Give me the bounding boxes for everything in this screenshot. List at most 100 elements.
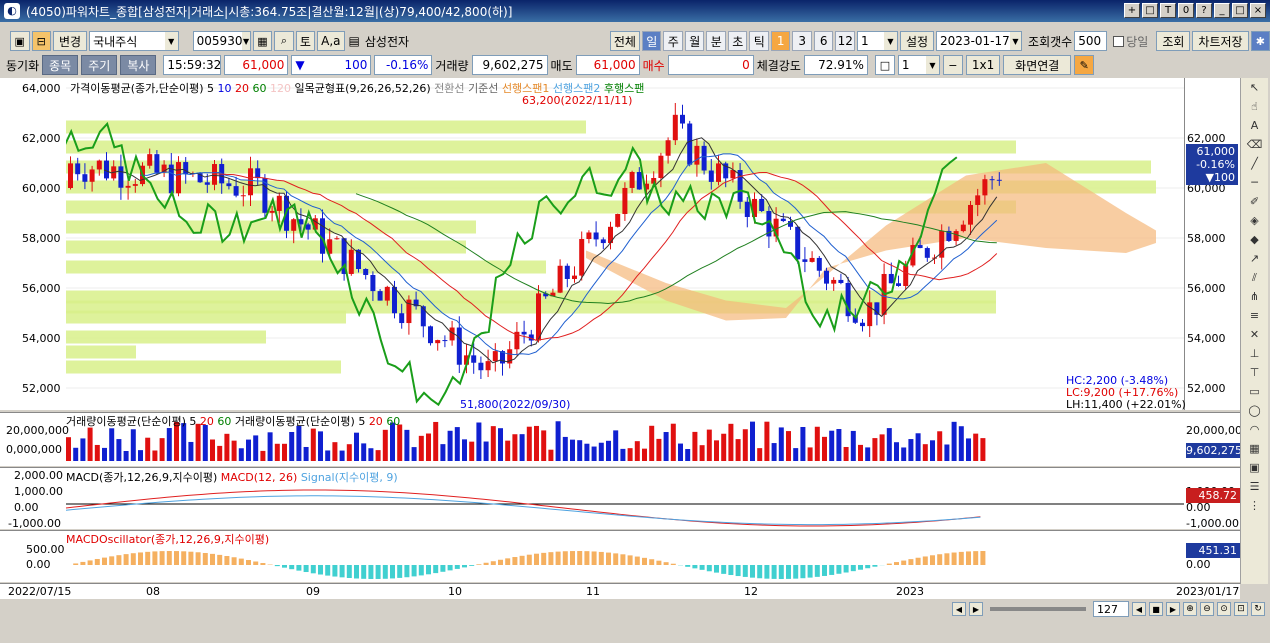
day-button[interactable]: 일 xyxy=(641,31,662,51)
price-chart[interactable] xyxy=(66,78,1184,410)
volume-bar xyxy=(930,440,935,461)
count2-select[interactable]: 1 ▼ xyxy=(897,55,940,75)
channel-icon[interactable]: ⫽ xyxy=(1241,268,1268,287)
change-button[interactable]: 변경 xyxy=(53,31,88,51)
fill-icon[interactable]: ◈ xyxy=(1241,211,1268,230)
eraser-icon[interactable]: ⌫ xyxy=(1241,135,1268,154)
week-button[interactable]: 주 xyxy=(663,31,683,51)
today-checkbox[interactable] xyxy=(1113,35,1125,47)
query-button[interactable]: 조회 xyxy=(1156,31,1191,51)
period-1-button[interactable]: 1 xyxy=(770,31,791,51)
volume-bar xyxy=(807,447,813,461)
minus-icon[interactable]: − xyxy=(942,55,963,75)
hand-icon[interactable]: ☝ xyxy=(1241,97,1268,116)
month-button[interactable]: 월 xyxy=(684,31,705,51)
screen-link-button[interactable]: 화면연결 xyxy=(1003,55,1072,75)
text-tool-icon[interactable]: A xyxy=(1241,116,1268,135)
code-input[interactable]: 005930 ▼ xyxy=(192,31,251,51)
next-icon[interactable]: ▶ xyxy=(969,602,983,616)
candle xyxy=(176,162,181,194)
more-icon[interactable]: ⋮ xyxy=(1241,496,1268,515)
tab-copy[interactable]: 복사 xyxy=(120,55,157,75)
fibo-icon[interactable]: ≡ xyxy=(1241,306,1268,325)
chevron-down-icon[interactable]: ▼ xyxy=(1009,32,1022,50)
tab-period[interactable]: 주기 xyxy=(81,55,118,75)
prev-icon[interactable]: ◀ xyxy=(952,602,966,616)
pencil-icon[interactable]: ✎ xyxy=(1074,55,1095,75)
calc-icon[interactable]: ▦ xyxy=(252,31,273,51)
oscillator-bar xyxy=(735,565,741,577)
price-chart-panel[interactable] xyxy=(66,78,1184,410)
chevron-down-icon[interactable]: ▼ xyxy=(883,32,897,50)
oscillator-bar xyxy=(73,563,79,565)
trend-icon[interactable]: ↗ xyxy=(1241,249,1268,268)
fork-icon[interactable]: ⋔ xyxy=(1241,287,1268,306)
candle xyxy=(255,168,261,179)
font-button[interactable]: A,a xyxy=(317,31,345,51)
plus-icon[interactable]: + xyxy=(1124,3,1140,18)
chevron-down-icon[interactable]: ▼ xyxy=(242,32,250,50)
print-icon[interactable]: ⊟ xyxy=(31,31,51,51)
volume-bar xyxy=(418,435,424,461)
scroll-left-icon[interactable]: ◀ xyxy=(1132,602,1146,616)
brush-icon[interactable]: ✐ xyxy=(1241,192,1268,211)
query-count-input[interactable]: 500 xyxy=(1074,31,1108,51)
zoom-input[interactable]: 127 xyxy=(1093,601,1129,617)
oscillator-bar xyxy=(937,554,943,565)
ratio-button[interactable]: 1x1 xyxy=(965,55,1001,75)
maximize-icon[interactable]: □ xyxy=(1232,3,1248,18)
oscillator-bar xyxy=(130,553,136,565)
minimize-icon[interactable]: _ xyxy=(1214,3,1230,18)
volume-bar xyxy=(627,448,633,461)
zoom-reset-icon[interactable]: ⊙ xyxy=(1217,602,1231,616)
chevron-down-icon[interactable]: ▼ xyxy=(164,32,178,50)
market-select[interactable]: 국내주식 ▼ xyxy=(89,31,179,51)
check-icon[interactable]: □ xyxy=(874,55,895,75)
gann-icon[interactable]: ✕ xyxy=(1241,325,1268,344)
ellipse-icon[interactable]: ◯ xyxy=(1241,401,1268,420)
zoom-out-icon[interactable]: ⊖ xyxy=(1200,602,1214,616)
period-3-button[interactable]: 3 xyxy=(792,31,812,51)
to-button[interactable]: 토 xyxy=(295,31,316,51)
candle xyxy=(154,154,160,173)
stop-icon[interactable]: ■ xyxy=(1149,602,1163,616)
search-icon[interactable]: ⌕ xyxy=(274,31,294,51)
close-icon[interactable]: × xyxy=(1250,3,1266,18)
period-6-button[interactable]: 6 xyxy=(813,31,834,51)
layout-icon[interactable]: ▣ xyxy=(10,31,30,51)
box-icon[interactable]: ▭ xyxy=(1241,382,1268,401)
pin-icon[interactable]: □ xyxy=(1142,3,1158,18)
cycle-icon[interactable]: ⊥ xyxy=(1241,344,1268,363)
period-count-select[interactable]: 1 ▼ xyxy=(856,31,898,51)
date-picker[interactable]: 2023-01-17 ▼ xyxy=(936,31,1023,51)
arc-icon[interactable]: ◠ xyxy=(1241,420,1268,439)
zero-icon[interactable]: 0 xyxy=(1178,3,1194,18)
help-icon[interactable]: ? xyxy=(1196,3,1212,18)
cursor-icon[interactable]: ↖ xyxy=(1241,78,1268,97)
period-12-button[interactable]: 12 xyxy=(835,31,855,51)
grid-icon[interactable]: ▦ xyxy=(1241,439,1268,458)
oscillator-bar xyxy=(260,563,266,565)
marker-icon[interactable]: ◆ xyxy=(1241,230,1268,249)
zoom-slider[interactable] xyxy=(990,607,1086,611)
period-all-button[interactable]: 전체 xyxy=(609,31,640,51)
tick-button[interactable]: 틱 xyxy=(749,31,769,51)
line-icon[interactable]: ╱ xyxy=(1241,154,1268,173)
text-icon[interactable]: T xyxy=(1160,3,1176,18)
settings-button[interactable]: 설정 xyxy=(899,31,935,51)
gear-icon[interactable]: ✱ xyxy=(1250,31,1270,51)
zoom-in-icon[interactable]: ⊕ xyxy=(1183,602,1197,616)
chevron-down-icon[interactable]: ▼ xyxy=(925,56,939,74)
refresh-icon[interactable]: ↻ xyxy=(1251,602,1265,616)
save-chart-button[interactable]: 차트저장 xyxy=(1192,31,1249,51)
minute-button[interactable]: 분 xyxy=(706,31,726,51)
second-button[interactable]: 초 xyxy=(727,31,748,51)
fit-icon[interactable]: ⊡ xyxy=(1234,602,1248,616)
measure-icon[interactable]: ⊤ xyxy=(1241,363,1268,382)
hline-icon[interactable]: ─ xyxy=(1241,173,1268,192)
tab-item[interactable]: 종목 xyxy=(42,55,79,75)
list-icon[interactable]: ☰ xyxy=(1241,477,1268,496)
save-icon[interactable]: ▣ xyxy=(1241,458,1268,477)
volume-bar xyxy=(253,435,259,461)
scroll-right-icon[interactable]: ▶ xyxy=(1166,602,1180,616)
